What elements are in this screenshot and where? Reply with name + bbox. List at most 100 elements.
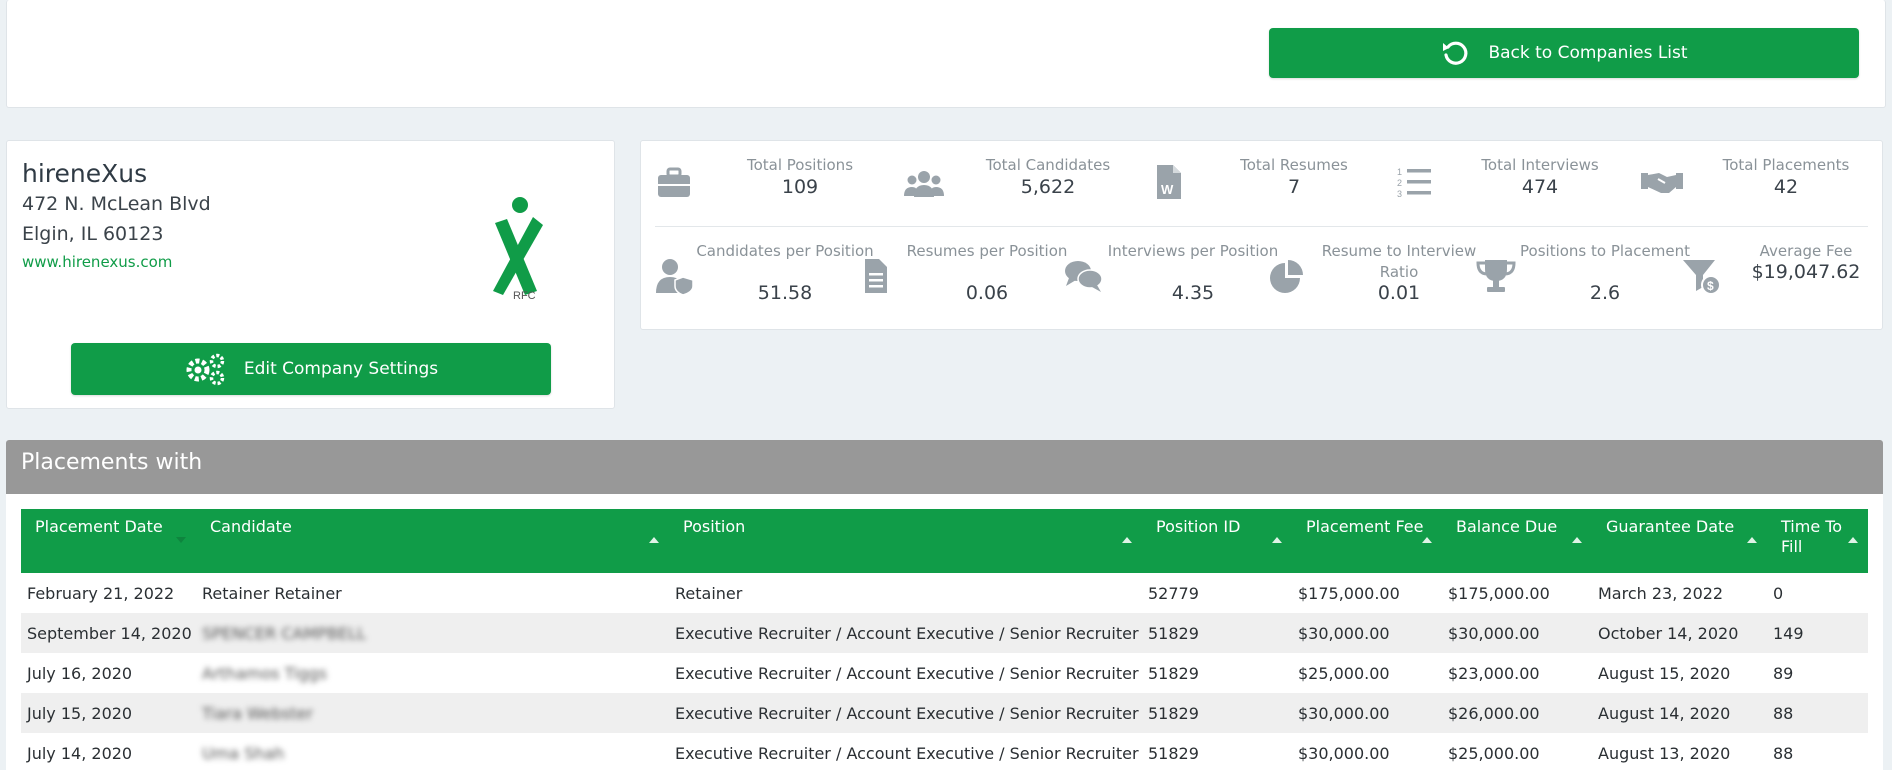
- stat-value: $19,047.62: [1751, 261, 1861, 283]
- table-row[interactable]: July 16, 2020 Arthamos Tiggs Executive R…: [21, 653, 1868, 693]
- cell-guarantee-date: March 23, 2022: [1598, 583, 1724, 603]
- svg-text:2: 2: [1397, 178, 1402, 188]
- stat-total-positions: Total Positions 109: [655, 155, 895, 215]
- svg-text:3: 3: [1397, 189, 1402, 199]
- cell-time-to-fill: 0: [1773, 583, 1784, 603]
- document-icon: [865, 259, 887, 293]
- pie-chart-icon: [1270, 260, 1303, 293]
- word-file-icon: W: [1157, 165, 1181, 199]
- column-header-balance-due[interactable]: Balance Due: [1442, 509, 1592, 573]
- cell-balance-due: $30,000.00: [1448, 623, 1540, 643]
- stat-label: Total Resumes: [1240, 156, 1348, 174]
- handshake-icon: [1641, 173, 1683, 193]
- cell-placement-fee: $175,000.00: [1298, 583, 1400, 603]
- column-header-position[interactable]: Position: [669, 509, 1142, 573]
- cell-candidate: Arthamos Tiggs: [202, 663, 327, 683]
- user-shield-icon: [656, 259, 694, 295]
- stat-total-placements: Total Placements 42: [1641, 155, 1881, 215]
- stat-value: 474: [1521, 176, 1559, 198]
- sort-arrow-icon: [649, 537, 659, 543]
- cell-balance-due: $175,000.00: [1448, 583, 1550, 603]
- numbered-list-icon: 1 2 3: [1397, 167, 1431, 199]
- cell-position: Retainer: [675, 583, 743, 603]
- sort-arrow-icon: [1422, 537, 1432, 543]
- gears-icon: [186, 353, 225, 386]
- company-website-link[interactable]: www.hirenexus.com: [22, 253, 172, 271]
- stat-average-fee: $ Average Fee $19,047.62: [1681, 241, 1881, 301]
- cell-balance-due: $25,000.00: [1448, 743, 1540, 763]
- stat-candidates-per-position: Candidates per Position 51.58: [655, 241, 874, 304]
- column-header-placement-fee[interactable]: Placement Fee: [1292, 509, 1442, 573]
- cell-candidate: Tiara Webster: [202, 703, 313, 723]
- company-name: hireneXus: [22, 159, 148, 188]
- stat-value: 4.35: [1171, 282, 1215, 304]
- address-line-2: Elgin, IL 60123: [22, 223, 164, 245]
- cell-position: Executive Recruiter / Account Executive …: [675, 663, 1139, 683]
- table-row[interactable]: February 21, 2022 Retainer Retainer Reta…: [21, 573, 1868, 613]
- cell-placement-date: September 14, 2020: [27, 623, 192, 643]
- svg-text:$: $: [1707, 279, 1714, 293]
- table-row[interactable]: July 14, 2020 Uma Shah Executive Recruit…: [21, 733, 1868, 770]
- sort-arrow-icon: [1572, 537, 1582, 543]
- stat-value: 5,622: [1020, 176, 1076, 198]
- column-header-guarantee-date[interactable]: Guarantee Date: [1592, 509, 1767, 573]
- stat-label: Total Candidates: [985, 156, 1111, 174]
- stat-label: Average Fee: [1759, 242, 1853, 260]
- users-icon: [904, 171, 944, 197]
- svg-text:1: 1: [1397, 167, 1402, 177]
- stat-resumes-per-position: Resumes per Position 0.06: [857, 241, 1072, 304]
- trophy-icon: [1476, 260, 1516, 292]
- table-row[interactable]: September 14, 2020 SPENCER CAMPBELL Exec…: [21, 613, 1868, 653]
- back-to-companies-button[interactable]: Back to Companies List: [1269, 28, 1859, 78]
- stat-interviews-per-position: Interviews per Position 4.35: [1063, 241, 1278, 304]
- edit-company-settings-button[interactable]: Edit Company Settings: [71, 343, 551, 395]
- chat-bubbles-icon: [1065, 261, 1103, 292]
- cell-position-id: 52779: [1148, 583, 1199, 603]
- stat-resume-to-interview-ratio: Resume to Interview Ratio 0.01: [1269, 241, 1484, 304]
- address-line-1: 472 N. McLean Blvd: [22, 193, 211, 215]
- stat-total-candidates: Total Candidates 5,622: [903, 155, 1143, 215]
- svg-text:W: W: [1161, 182, 1174, 197]
- cell-placement-date: February 21, 2022: [27, 583, 175, 603]
- column-header-placement-date[interactable]: Placement Date: [21, 509, 196, 573]
- sort-arrow-icon: [1122, 537, 1132, 543]
- column-header-position-id[interactable]: Position ID: [1142, 509, 1292, 573]
- stat-value: 2.6: [1589, 282, 1621, 304]
- stat-value: 42: [1773, 176, 1799, 198]
- cell-time-to-fill: 149: [1773, 623, 1804, 643]
- cell-placement-fee: $25,000.00: [1298, 663, 1390, 683]
- stat-label: Candidates per Position: [696, 242, 874, 260]
- stat-label: Interviews per Position: [1107, 242, 1279, 260]
- cell-position-id: 51829: [1148, 703, 1199, 723]
- column-header-candidate[interactable]: Candidate: [196, 509, 669, 573]
- stats-card: Total Positions 109 Total Candidates 5,6…: [640, 140, 1883, 330]
- top-toolbar: Back to Companies List: [6, 0, 1886, 108]
- stat-label: Resume to Interview Ratio: [1321, 242, 1477, 281]
- stat-value: 0.06: [965, 282, 1009, 304]
- stat-total-interviews: 1 2 3 Total Interviews 474: [1395, 155, 1635, 215]
- table-header-row: Placement Date Candidate Position Positi…: [21, 509, 1868, 573]
- cell-placement-date: July 14, 2020: [27, 743, 133, 763]
- stat-total-resumes: W Total Resumes 7: [1149, 155, 1389, 215]
- cell-position-id: 51829: [1148, 623, 1199, 643]
- cell-time-to-fill: 88: [1773, 743, 1794, 763]
- cell-position: Executive Recruiter / Account Executive …: [675, 623, 1139, 643]
- cell-position-id: 51829: [1148, 743, 1199, 763]
- stat-label: Positions to Placement: [1520, 242, 1690, 260]
- funnel-dollar-icon: $: [1683, 260, 1721, 295]
- cell-placement-date: July 15, 2020: [27, 703, 133, 723]
- column-header-time-to-fill[interactable]: Time To Fill: [1767, 509, 1868, 573]
- placements-panel: Placements with Placement Date Candidate…: [6, 440, 1883, 770]
- stat-value: 7: [1287, 176, 1301, 198]
- cell-position: Executive Recruiter / Account Executive …: [675, 743, 1139, 763]
- cell-time-to-fill: 88: [1773, 703, 1794, 723]
- cell-candidate: Retainer Retainer: [202, 583, 342, 603]
- sort-arrow-icon: [1747, 537, 1757, 543]
- stat-label: Total Placements: [1722, 156, 1850, 174]
- stat-value: 109: [781, 176, 819, 198]
- cell-balance-due: $23,000.00: [1448, 663, 1540, 683]
- table-row[interactable]: July 15, 2020 Tiara Webster Executive Re…: [21, 693, 1868, 733]
- back-button-label: Back to Companies List: [1488, 43, 1688, 63]
- cell-position-id: 51829: [1148, 663, 1199, 683]
- cell-guarantee-date: August 13, 2020: [1598, 743, 1731, 763]
